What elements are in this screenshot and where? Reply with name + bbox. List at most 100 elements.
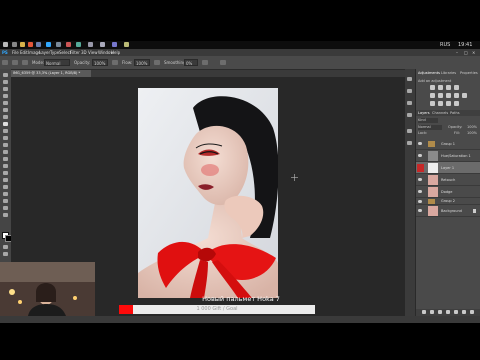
- new-layer-icon[interactable]: [462, 310, 466, 314]
- app-icon[interactable]: [88, 42, 93, 47]
- link-icon[interactable]: [422, 310, 426, 314]
- layer-filter-select[interactable]: Kind: [418, 118, 438, 123]
- channels-panel-icon[interactable]: [407, 129, 412, 133]
- healing-brush-tool-icon[interactable]: [3, 115, 8, 119]
- threshold-icon[interactable]: [446, 101, 451, 106]
- app-icon[interactable]: [66, 42, 71, 47]
- hand-tool-icon[interactable]: [3, 199, 8, 203]
- dodge-tool-icon[interactable]: [3, 164, 8, 168]
- posterize-icon[interactable]: [438, 101, 443, 106]
- path-select-tool-icon[interactable]: [3, 185, 8, 189]
- eyedropper-tool-icon[interactable]: [3, 108, 8, 112]
- clone-stamp-tool-icon[interactable]: [3, 129, 8, 133]
- new-group-icon[interactable]: [454, 310, 458, 314]
- minimize-button[interactable]: –: [456, 49, 458, 56]
- color-balance-icon[interactable]: [446, 93, 451, 98]
- flow-field[interactable]: 100%: [134, 59, 150, 66]
- fill-value[interactable]: 100%: [467, 130, 477, 136]
- brush-settings-icon[interactable]: [22, 60, 28, 65]
- fx-icon[interactable]: [430, 310, 434, 314]
- tab-paths[interactable]: Paths: [450, 110, 460, 116]
- brushes-panel-icon[interactable]: [407, 113, 412, 117]
- layer-row[interactable]: Group 1: [416, 138, 480, 150]
- adjustment-icon[interactable]: [446, 310, 450, 314]
- app-icon[interactable]: [100, 42, 105, 47]
- invert-icon[interactable]: [430, 101, 435, 106]
- properties-panel-icon[interactable]: [407, 89, 412, 93]
- shape-tool-icon[interactable]: [3, 192, 8, 196]
- layer-row[interactable]: Dodge: [416, 186, 480, 198]
- menu-edit[interactable]: Edit: [20, 49, 28, 56]
- tab-layers[interactable]: Layers: [418, 110, 430, 116]
- mask-icon[interactable]: [438, 310, 442, 314]
- app-icon[interactable]: [36, 42, 41, 47]
- trash-icon[interactable]: [470, 310, 474, 314]
- menu-3d[interactable]: 3D: [81, 49, 87, 56]
- menu-layer[interactable]: Layer: [39, 49, 50, 56]
- history-panel-icon[interactable]: [407, 77, 412, 81]
- app-icon[interactable]: [56, 42, 61, 47]
- explorer-icon[interactable]: [20, 42, 25, 47]
- pen-tool-icon[interactable]: [3, 171, 8, 175]
- brush-size-icon[interactable]: [12, 60, 18, 65]
- visibility-eye-icon[interactable]: [417, 164, 424, 172]
- blur-tool-icon[interactable]: [3, 157, 8, 161]
- visibility-eye-icon[interactable]: [418, 209, 422, 212]
- maximize-button[interactable]: □: [464, 49, 468, 56]
- hue-saturation-icon[interactable]: [438, 93, 443, 98]
- marquee-tool-icon[interactable]: [3, 80, 8, 84]
- eraser-tool-icon[interactable]: [3, 143, 8, 147]
- lasso-tool-icon[interactable]: [3, 87, 8, 91]
- type-tool-icon[interactable]: [3, 178, 8, 182]
- quick-select-tool-icon[interactable]: [3, 94, 8, 98]
- smoothing-field[interactable]: 0%: [184, 59, 198, 66]
- close-button[interactable]: ×: [472, 49, 475, 56]
- app-icon[interactable]: [76, 42, 81, 47]
- smoothing-settings-icon[interactable]: [202, 60, 208, 65]
- gradient-tool-icon[interactable]: [3, 150, 8, 154]
- brightness-icon[interactable]: [430, 85, 435, 90]
- visibility-eye-icon[interactable]: [418, 178, 422, 181]
- pressure-opacity-icon[interactable]: [112, 60, 118, 65]
- photo-filter-icon[interactable]: [462, 93, 467, 98]
- airbrush-icon[interactable]: [154, 60, 160, 65]
- visibility-eye-icon[interactable]: [418, 142, 422, 145]
- tool-preset-icon[interactable]: [2, 60, 8, 65]
- mode-select[interactable]: Normal: [44, 59, 70, 66]
- layer-row[interactable]: Group 2: [416, 198, 480, 205]
- menu-help[interactable]: Help: [111, 49, 120, 56]
- menu-type[interactable]: Type: [50, 49, 59, 56]
- symmetry-icon[interactable]: [220, 60, 226, 65]
- curves-icon[interactable]: [446, 85, 451, 90]
- levels-icon[interactable]: [438, 85, 443, 90]
- vibrance-icon[interactable]: [430, 93, 435, 98]
- tab-channels[interactable]: Channels: [432, 110, 448, 116]
- layer-row[interactable]: Background: [416, 205, 480, 217]
- taskbar-clock[interactable]: 19:41: [458, 41, 472, 49]
- menu-file[interactable]: File: [12, 49, 19, 56]
- app-icon[interactable]: [112, 42, 117, 47]
- menu-view[interactable]: View: [88, 49, 98, 56]
- document-tab[interactable]: IMG_6359 @ 33,3% (Layer 1, RGB/8) *: [11, 70, 91, 77]
- layer-row-selected[interactable]: Layer 1: [416, 162, 480, 174]
- tab-adjustments[interactable]: Adjustments: [418, 70, 440, 76]
- zoom-tool-icon[interactable]: [3, 206, 8, 210]
- more-tools-icon[interactable]: [3, 213, 8, 217]
- history-brush-tool-icon[interactable]: [3, 136, 8, 140]
- swatches-panel-icon[interactable]: [407, 101, 412, 105]
- visibility-eye-icon[interactable]: [418, 190, 422, 193]
- crop-tool-icon[interactable]: [3, 101, 8, 105]
- move-tool-icon[interactable]: [3, 73, 8, 77]
- exposure-icon[interactable]: [454, 85, 459, 90]
- layer-row[interactable]: Retouch: [416, 174, 480, 186]
- visibility-eye-icon[interactable]: [418, 200, 422, 203]
- photoshop-icon[interactable]: [46, 42, 51, 47]
- visibility-eye-icon[interactable]: [418, 154, 422, 157]
- layer-row[interactable]: Hue/Saturation 1: [416, 150, 480, 162]
- gradient-map-icon[interactable]: [454, 101, 459, 106]
- paths-panel-icon[interactable]: [407, 141, 412, 145]
- windows-start-icon[interactable]: [3, 42, 8, 47]
- screen-mode-icon[interactable]: [3, 252, 8, 256]
- tab-properties[interactable]: Properties: [460, 70, 478, 76]
- opacity-field[interactable]: 100%: [92, 59, 108, 66]
